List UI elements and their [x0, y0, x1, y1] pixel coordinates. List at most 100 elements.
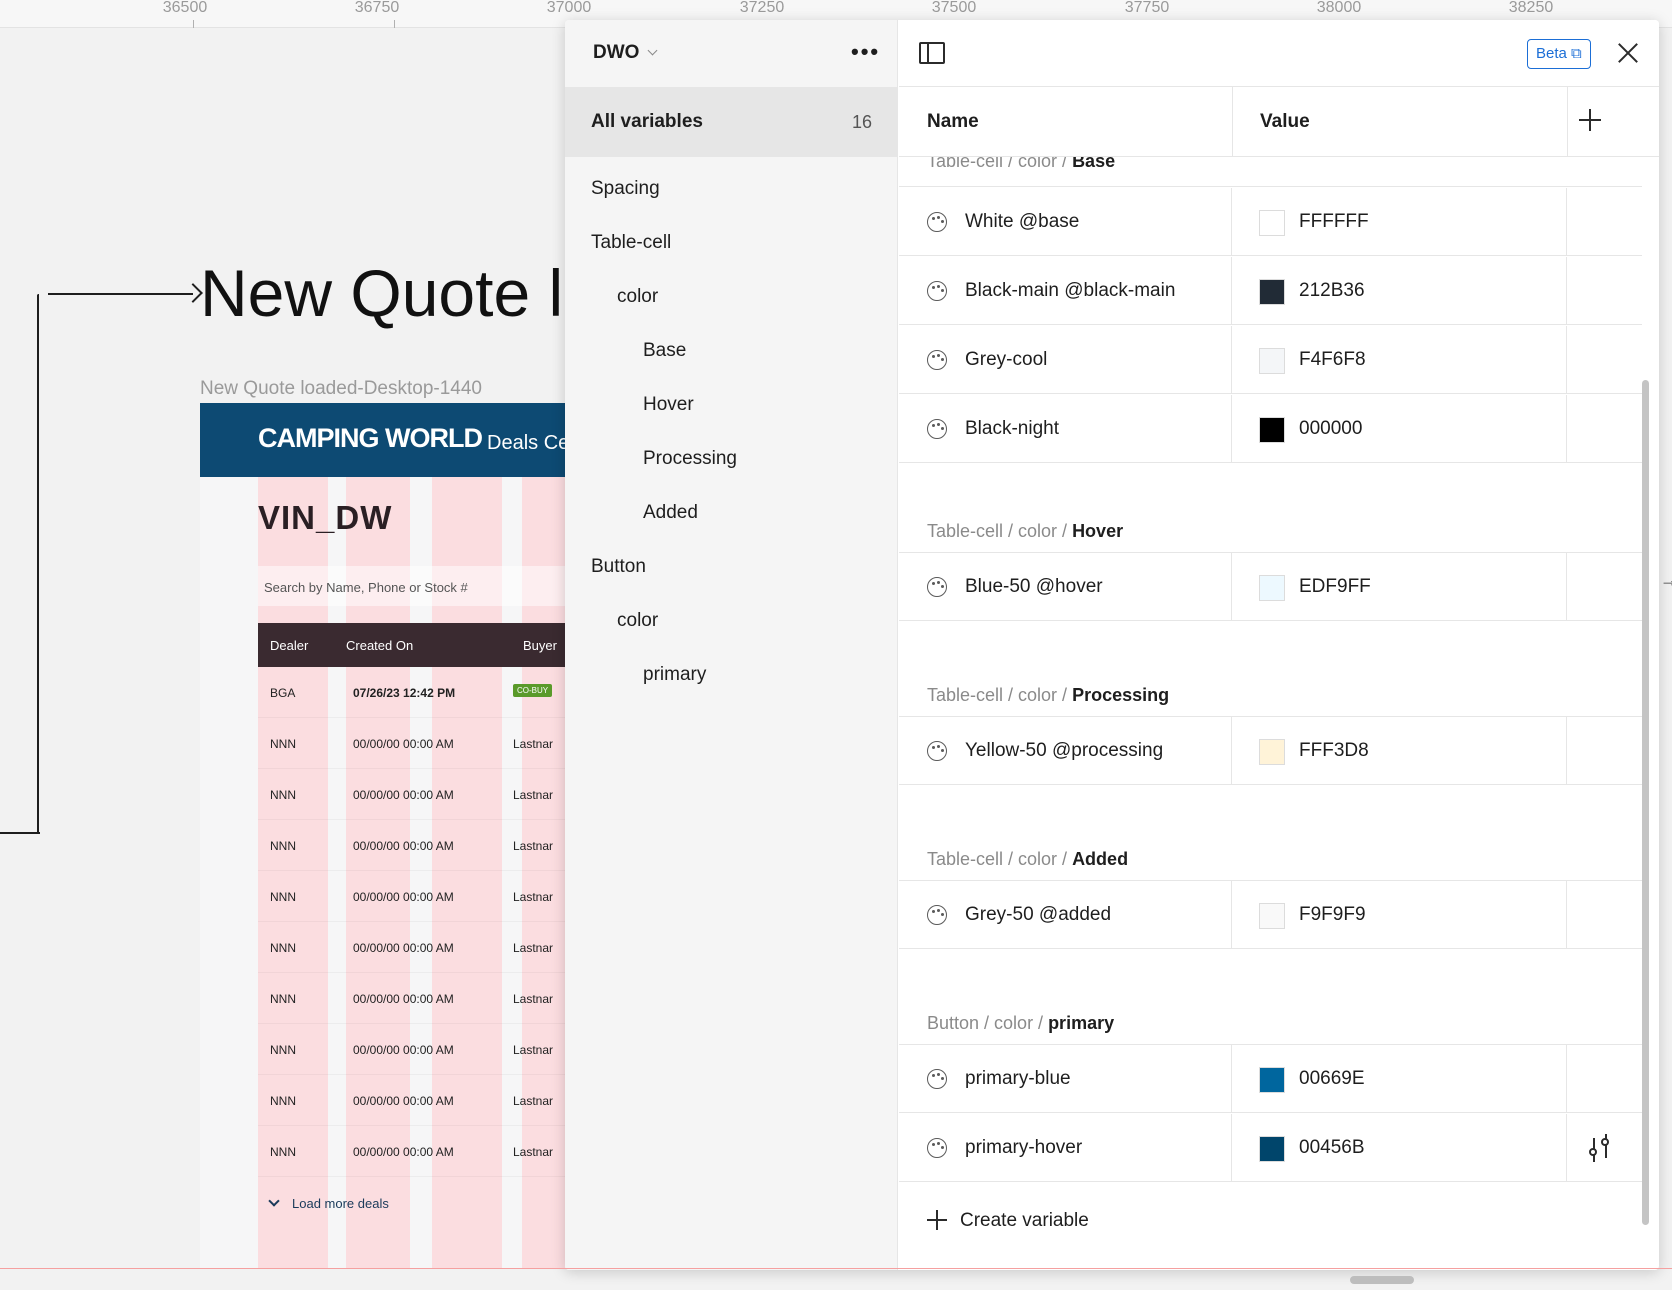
variable-name[interactable]: Blue-50 @hover: [965, 576, 1103, 598]
variable-name[interactable]: Black-night: [965, 418, 1059, 440]
prototype-connector-line: [0, 832, 40, 834]
color-swatch[interactable]: [1259, 1067, 1285, 1093]
color-palette-icon: [927, 281, 947, 301]
ruler-tick: 37250: [739, 0, 785, 16]
variable-value[interactable]: FFF3D8: [1299, 740, 1369, 762]
ruler-tick-mark: [394, 20, 395, 28]
design-table-header: Dealer Created On Buyer: [258, 623, 565, 667]
design-search-input: Search by Name, Phone or Stock #: [258, 566, 565, 606]
color-palette-icon: [927, 577, 947, 597]
group-header-added: Table-cell / color / Added: [899, 823, 1642, 881]
chevron-down-icon: [647, 45, 658, 56]
sidebar-item-hover[interactable]: Hover: [643, 394, 694, 416]
color-swatch[interactable]: [1259, 348, 1285, 374]
vertical-scrollbar[interactable]: [1642, 380, 1649, 1225]
variables-count: 16: [851, 112, 872, 132]
create-variable-button[interactable]: Create variable: [899, 1186, 1659, 1258]
group-header-primary: Button / color / primary: [899, 987, 1642, 1045]
variable-value[interactable]: EDF9FF: [1299, 576, 1371, 598]
create-variable-label: Create variable: [960, 1210, 1089, 1231]
color-palette-icon: [927, 905, 947, 925]
column-header: Created On: [346, 638, 414, 653]
variable-name[interactable]: Black-main @black-main: [965, 280, 1175, 302]
variable-row[interactable]: primary-blue 00669E: [899, 1045, 1642, 1113]
plus-icon: [927, 1210, 947, 1230]
variable-value[interactable]: FFFFFF: [1299, 211, 1369, 233]
variable-row[interactable]: primary-hover 00456B: [899, 1114, 1642, 1182]
variable-row[interactable]: Grey-50 @added F9F9F9: [899, 881, 1642, 949]
color-palette-icon: [927, 212, 947, 232]
frame-label[interactable]: New Quote loaded-Desktop-1440: [200, 378, 482, 400]
collection-dropdown[interactable]: DWO: [593, 42, 658, 64]
variable-value[interactable]: F9F9F9: [1299, 904, 1366, 926]
variable-name[interactable]: White @base: [965, 211, 1079, 233]
variables-table-body: Table-cell / color / Base White @base FF…: [899, 157, 1659, 1270]
variable-row[interactable]: Yellow-50 @processing FFF3D8: [899, 717, 1642, 785]
color-palette-icon: [927, 350, 947, 370]
variable-name[interactable]: Grey-50 @added: [965, 904, 1111, 926]
variable-name[interactable]: Grey-cool: [965, 349, 1047, 371]
variables-table-header: Name Value: [899, 87, 1659, 157]
table-row: NNN 00/00/00 00:00 AM Lastnar: [258, 973, 565, 1024]
design-frame[interactable]: CAMPING WORLD Deals Cen VIN_DW Search by…: [200, 403, 565, 1268]
variable-value[interactable]: 00669E: [1299, 1068, 1365, 1090]
color-swatch[interactable]: [1259, 903, 1285, 929]
horizontal-scrollbar[interactable]: [1350, 1276, 1414, 1284]
sidebar-item-label: All variables: [591, 111, 703, 132]
canvas-heading-text[interactable]: New Quote lo: [200, 255, 600, 331]
color-swatch[interactable]: [1259, 1136, 1285, 1162]
sidebar-item-table-cell[interactable]: Table-cell: [591, 232, 671, 254]
sidebar-item-base[interactable]: Base: [643, 340, 686, 362]
variable-row[interactable]: White @base FFFFFF: [899, 188, 1642, 256]
color-palette-icon: [927, 1138, 947, 1158]
variable-value[interactable]: 000000: [1299, 418, 1362, 440]
variable-row[interactable]: Grey-cool F4F6F8: [899, 326, 1642, 394]
beta-badge-link[interactable]: Beta ⧉: [1527, 39, 1591, 69]
more-options-icon[interactable]: •••: [851, 41, 880, 63]
variable-row[interactable]: Black-night 000000: [899, 395, 1642, 463]
variable-name[interactable]: primary-hover: [965, 1137, 1082, 1159]
variables-sidebar: DWO ••• All variables 16 Spacing Table-c…: [565, 20, 898, 1270]
color-swatch[interactable]: [1259, 279, 1285, 305]
color-swatch[interactable]: [1259, 575, 1285, 601]
sidebar-item-added[interactable]: Added: [643, 502, 698, 524]
prototype-connector-line: [48, 293, 193, 295]
sidebar-item-button-color[interactable]: color: [617, 610, 658, 632]
frame-boundary-line: [0, 1268, 1672, 1269]
ruler-tick: 36500: [162, 0, 208, 16]
sidebar-item-all-variables[interactable]: All variables 16: [565, 87, 898, 157]
variable-value[interactable]: 00456B: [1299, 1137, 1365, 1159]
edit-variable-icon[interactable]: [1589, 1134, 1613, 1162]
add-mode-plus-icon[interactable]: [1579, 109, 1601, 131]
panel-toolbar: Beta ⧉: [899, 20, 1659, 87]
sidebar-item-button[interactable]: Button: [591, 556, 646, 578]
color-swatch[interactable]: [1259, 739, 1285, 765]
sidebar-toggle-icon[interactable]: [919, 42, 945, 64]
sidebar-item-spacing[interactable]: Spacing: [591, 178, 660, 200]
sidebar-item-table-cell-color[interactable]: color: [617, 286, 658, 308]
variable-value[interactable]: 212B36: [1299, 280, 1365, 302]
ruler-tick: 38250: [1508, 0, 1554, 16]
variable-row[interactable]: Blue-50 @hover EDF9FF: [899, 553, 1642, 621]
variable-row[interactable]: Black-main @black-main 212B36: [899, 257, 1642, 325]
close-icon[interactable]: [1617, 42, 1639, 64]
color-swatch[interactable]: [1259, 210, 1285, 236]
sidebar-item-processing[interactable]: Processing: [643, 448, 737, 470]
sidebar-item-primary[interactable]: primary: [643, 664, 706, 686]
color-palette-icon: [927, 419, 947, 439]
group-header-base: Table-cell / color / Base: [899, 157, 1642, 187]
prototype-connector[interactable]: [37, 294, 39, 834]
color-swatch[interactable]: [1259, 417, 1285, 443]
variable-value[interactable]: F4F6F8: [1299, 349, 1366, 371]
ruler-tick: 37000: [546, 0, 592, 16]
table-row: NNN 00/00/00 00:00 AM Lastnar: [258, 1126, 565, 1177]
value-column-header: Value: [1260, 111, 1310, 132]
chevron-down-icon: [268, 1195, 280, 1207]
load-more-link: Load more deals: [268, 1195, 389, 1211]
variable-name[interactable]: primary-blue: [965, 1068, 1071, 1090]
variable-name[interactable]: Yellow-50 @processing: [965, 740, 1163, 762]
table-row: NNN 00/00/00 00:00 AM Lastnar: [258, 820, 565, 871]
name-column-header: Name: [927, 111, 979, 132]
group-header-processing: Table-cell / color / Processing: [899, 659, 1642, 717]
table-row: NNN 00/00/00 00:00 AM Lastnar: [258, 1075, 565, 1126]
